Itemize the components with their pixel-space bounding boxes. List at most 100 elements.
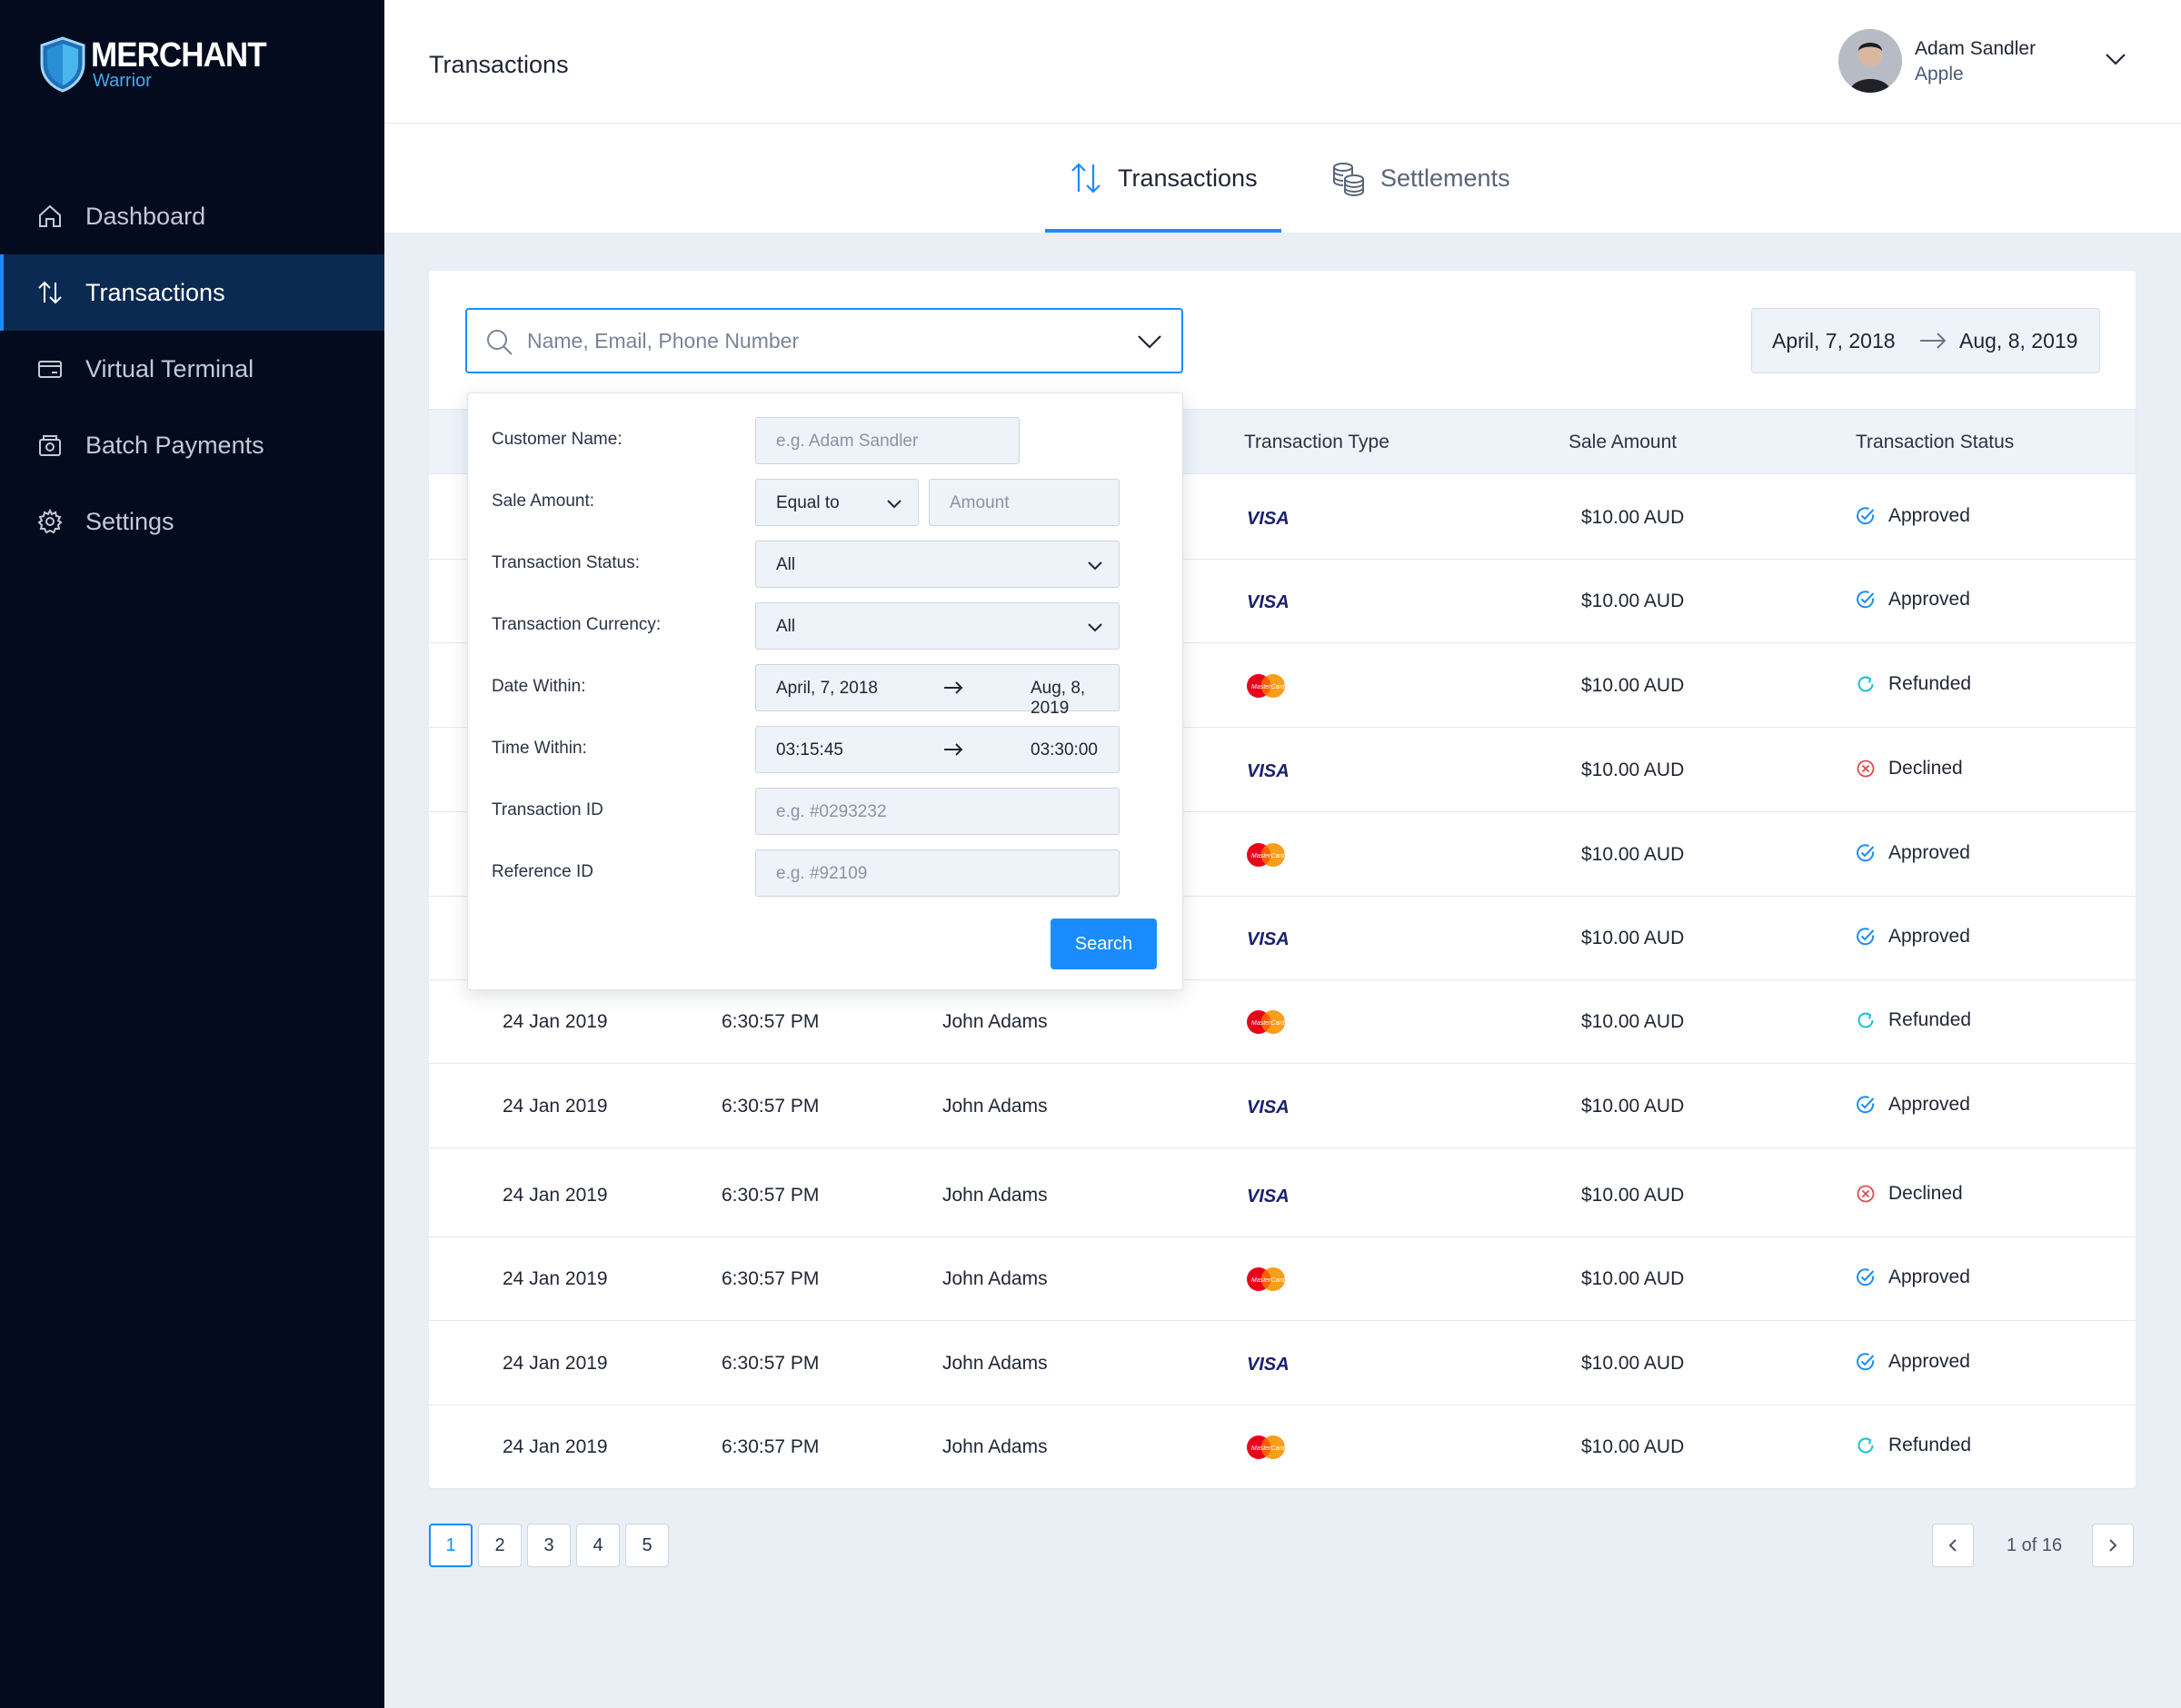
- cell-sale-amount: $10.00 AUD: [1581, 1436, 1685, 1457]
- sidebar-item-transactions[interactable]: Transactions: [0, 254, 384, 331]
- chevron-down-icon[interactable]: [2102, 45, 2129, 73]
- brand-logo[interactable]: MERCHANT Warrior: [38, 33, 274, 96]
- status-label: Refunded: [1888, 1435, 1972, 1455]
- filter-search-button[interactable]: Search: [1051, 919, 1157, 969]
- reference-id-field[interactable]: e.g. #92109: [755, 849, 1120, 897]
- status-badge: Approved: [1856, 505, 1970, 527]
- svg-text:VISA: VISA: [1247, 1355, 1290, 1375]
- transaction-currency-select[interactable]: All: [755, 602, 1120, 650]
- time-within-label: Time Within:: [492, 739, 587, 758]
- column-header-type[interactable]: Transaction Type: [1244, 432, 1389, 453]
- brand-name: MERCHANT: [91, 36, 267, 74]
- tab-transactions[interactable]: Transactions: [1045, 124, 1281, 233]
- transaction-currency-value: All: [776, 617, 796, 636]
- svg-text:MasterCard: MasterCard: [1251, 853, 1286, 859]
- mastercard-icon: MasterCard: [1243, 1265, 1290, 1294]
- date-range-picker[interactable]: April, 7, 2018 Aug, 8, 2019: [1751, 308, 2100, 373]
- page-info: 1 of 16: [2007, 1535, 2063, 1555]
- status-badge: Refunded: [1856, 1435, 1971, 1456]
- status-label: Approved: [1888, 1094, 1970, 1115]
- status-label: Approved: [1888, 1351, 1970, 1372]
- svg-text:VISA: VISA: [1247, 509, 1290, 529]
- status-badge: Approved: [1856, 1266, 1970, 1288]
- svg-text:VISA: VISA: [1247, 592, 1290, 612]
- table-row[interactable]: 24 Jan 2019 6:30:57 PM John Adams $10.00 AU…: [429, 1322, 2136, 1405]
- sidebar-item-virtual-terminal[interactable]: Virtual Terminal: [0, 331, 384, 407]
- sidebar: MERCHANT Warrior Dashboard Transactions …: [0, 0, 384, 1708]
- page-button[interactable]: 4: [576, 1524, 620, 1567]
- cell-date: 24 Jan 2019: [503, 1436, 608, 1457]
- cell-sale-amount: $10.00 AUD: [1581, 1096, 1685, 1117]
- check-circle-icon: [1856, 843, 1876, 863]
- time-within-field[interactable]: 03:15:45 03:30:00: [755, 726, 1120, 773]
- page-button[interactable]: 3: [527, 1524, 571, 1567]
- tab-settlements[interactable]: Settlements: [1330, 124, 1548, 233]
- column-header-status[interactable]: Transaction Status: [1856, 432, 2014, 453]
- transaction-status-label: Transaction Status:: [492, 553, 640, 572]
- sidebar-item-settings[interactable]: Settings: [0, 483, 384, 560]
- prev-page-button[interactable]: [1932, 1524, 1974, 1567]
- refresh-icon: [1856, 1435, 1876, 1455]
- next-page-button[interactable]: [2092, 1524, 2134, 1567]
- sidebar-item-label: Dashboard: [85, 202, 206, 230]
- status-badge: Approved: [1856, 926, 1970, 948]
- cell-time: 6:30:57 PM: [722, 1436, 820, 1457]
- table-row[interactable]: 24 Jan 2019 6:30:57 PM John Adams $10.00 AU…: [429, 1065, 2136, 1148]
- transaction-id-placeholder: e.g. #0293232: [776, 802, 887, 821]
- user-menu[interactable]: Adam Sandler Apple: [1838, 29, 2147, 94]
- table-row[interactable]: 24 Jan 2019 6:30:57 PM John Adams $10.00 AU…: [429, 1154, 2136, 1237]
- shield-logo-icon: [40, 36, 85, 93]
- page-button[interactable]: 2: [478, 1524, 522, 1567]
- reference-id-placeholder: e.g. #92109: [776, 864, 868, 883]
- table-row[interactable]: 24 Jan 2019 6:30:57 PM John Adams $10.00 AU…: [429, 1405, 2136, 1489]
- page-button[interactable]: 5: [625, 1524, 669, 1567]
- coins-icon: [1330, 159, 1368, 197]
- status-badge: Refunded: [1856, 673, 1971, 695]
- mastercard-icon: MasterCard: [1243, 671, 1290, 700]
- visa-icon: VISA: [1243, 1181, 1290, 1210]
- search-box[interactable]: [465, 308, 1183, 373]
- tabs-bar: Transactions Settlements: [384, 124, 2181, 233]
- check-circle-icon: [1856, 590, 1876, 610]
- cell-sale-amount: $10.00 AUD: [1581, 1353, 1685, 1374]
- cell-customer-name: John Adams: [942, 1353, 1048, 1374]
- cell-time: 6:30:57 PM: [722, 1011, 820, 1032]
- home-icon: [36, 203, 64, 230]
- sidebar-item-dashboard[interactable]: Dashboard: [0, 178, 384, 254]
- search-input[interactable]: [527, 323, 1109, 359]
- table-row[interactable]: 24 Jan 2019 6:30:57 PM John Adams $10.00 AU…: [429, 1237, 2136, 1321]
- status-badge: Declined: [1856, 1183, 1963, 1205]
- status-label: Approved: [1888, 842, 1970, 863]
- page-button[interactable]: 1: [429, 1524, 473, 1567]
- filter-panel: Customer Name: e.g. Adam Sandler Sale Am…: [467, 392, 1183, 990]
- pagination-pages: 1 2 3 4 5: [429, 1524, 674, 1567]
- status-badge: Approved: [1856, 842, 1970, 864]
- svg-text:MasterCard: MasterCard: [1251, 1445, 1286, 1452]
- table-row[interactable]: 24 Jan 2019 6:30:57 PM John Adams $10.00 AU…: [429, 980, 2136, 1064]
- sale-amount-placeholder: Amount: [950, 493, 1010, 512]
- customer-name-field[interactable]: e.g. Adam Sandler: [755, 417, 1020, 464]
- visa-icon: VISA: [1243, 1349, 1290, 1378]
- sale-amount-field[interactable]: Amount: [929, 479, 1120, 526]
- tab-label: Transactions: [1118, 164, 1258, 192]
- status-label: Approved: [1888, 1266, 1970, 1287]
- cell-sale-amount: $10.00 AUD: [1581, 675, 1685, 696]
- transaction-id-field[interactable]: e.g. #0293232: [755, 788, 1120, 835]
- time-within-to: 03:30:00: [1031, 740, 1098, 760]
- column-header-amount[interactable]: Sale Amount: [1569, 432, 1677, 453]
- cell-sale-amount: $10.00 AUD: [1581, 1011, 1685, 1032]
- sidebar-item-batch-payments[interactable]: Batch Payments: [0, 407, 384, 483]
- cell-date: 24 Jan 2019: [503, 1185, 608, 1206]
- user-name: Adam Sandler: [1915, 38, 2037, 59]
- avatar[interactable]: [1838, 29, 1902, 93]
- check-circle-icon: [1856, 506, 1876, 526]
- gear-icon: [36, 508, 64, 535]
- transaction-status-select[interactable]: All: [755, 541, 1120, 588]
- date-within-field[interactable]: April, 7, 2018 Aug, 8, 2019: [755, 664, 1120, 718]
- sale-amount-operator-select[interactable]: Equal to: [755, 479, 919, 526]
- sidebar-item-label: Transactions: [85, 278, 225, 306]
- mastercard-icon: MasterCard: [1243, 1008, 1290, 1037]
- chevron-left-icon: [1948, 1539, 1957, 1552]
- cell-date: 24 Jan 2019: [503, 1096, 608, 1117]
- chevron-down-icon[interactable]: [1134, 326, 1165, 357]
